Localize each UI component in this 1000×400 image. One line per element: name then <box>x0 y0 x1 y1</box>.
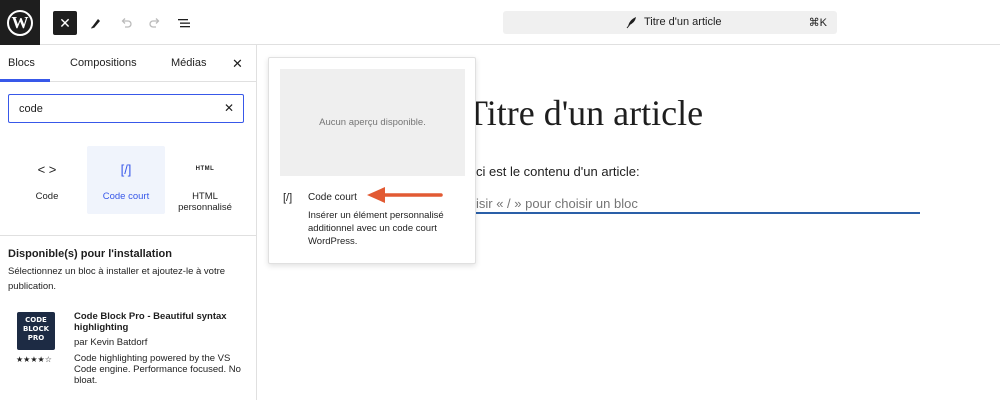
preview-block-description: Insérer un élément personnalisé addition… <box>308 210 444 247</box>
active-tab-indicator <box>0 79 50 82</box>
selected-block-indicator <box>468 212 920 214</box>
clear-search-icon[interactable]: ✕ <box>224 101 234 115</box>
block-preview-popover: Aucun aperçu disponible. [/] Code court … <box>268 57 476 264</box>
inserter-tabs: Blocs Compositions Médias ✕ <box>0 45 257 82</box>
block-inserter-panel: Blocs Compositions Médias ✕ ✕ < > Code [… <box>0 45 257 400</box>
plugin-description: Code highlighting powered by the VS Code… <box>74 353 241 386</box>
undo-icon <box>121 18 132 28</box>
redo-button[interactable] <box>143 11 167 35</box>
plugin-name[interactable]: Code Block Pro - Beautiful syntax highli… <box>74 311 246 333</box>
plugin-logo-text: PRO <box>27 334 45 342</box>
plugin-logo-icon[interactable]: CODE BLOCK PRO <box>17 312 55 350</box>
tab-blocks[interactable]: Blocs <box>8 57 35 69</box>
pen-icon <box>91 19 100 29</box>
document-overview-button[interactable] <box>172 11 196 35</box>
close-inserter-button[interactable]: ✕ <box>53 11 77 35</box>
search-input[interactable] <box>19 101 209 117</box>
block-item-code[interactable]: < > Code <box>8 146 86 214</box>
html-icon: HTML <box>195 166 215 172</box>
install-section-title: Disponible(s) pour l'installation <box>8 248 172 260</box>
no-preview-text: Aucun aperçu disponible. <box>319 117 426 128</box>
keyboard-shortcut: ⌘K <box>808 17 827 29</box>
block-label: Code court <box>102 191 150 202</box>
tab-medias[interactable]: Médias <box>171 57 206 69</box>
redo-icon <box>149 18 160 28</box>
preview-image-placeholder: Aucun aperçu disponible. <box>280 69 465 176</box>
tab-compositions[interactable]: Compositions <box>70 57 137 69</box>
install-section-description: Sélectionnez un bloc à installer et ajou… <box>8 266 226 292</box>
divider <box>0 235 257 236</box>
annotation-arrow-icon <box>367 187 443 203</box>
plugin-logo-text: CODE <box>25 316 47 324</box>
preview-block-name: Code court <box>308 192 357 203</box>
plugin-author: par Kevin Batdorf <box>74 337 148 348</box>
top-toolbar: W ✕ Titre d'un article ⌘K <box>0 0 1000 45</box>
document-title: Titre d'un article <box>644 16 722 28</box>
wordpress-logo-icon: W <box>7 9 33 36</box>
command-palette-button[interactable]: Titre d'un article ⌘K <box>503 11 837 34</box>
plugin-logo-text: BLOCK <box>22 325 50 333</box>
list-view-icon <box>178 19 190 28</box>
undo-button[interactable] <box>114 11 138 35</box>
close-icon: ✕ <box>59 14 71 31</box>
wordpress-logo-button[interactable]: W <box>0 0 40 45</box>
block-label: HTML personnalisé <box>178 191 232 213</box>
star-rating: ★★★★☆ <box>16 355 52 364</box>
post-title[interactable]: Titre d'un article <box>466 92 703 134</box>
shortcode-icon: [/] <box>283 192 293 204</box>
block-label: Code <box>35 191 59 202</box>
block-item-shortcode[interactable]: [/] Code court <box>87 146 165 214</box>
tools-button[interactable] <box>84 11 108 35</box>
code-icon: < > <box>37 162 57 177</box>
block-item-custom-html[interactable]: HTML HTML personnalisé <box>166 146 244 214</box>
close-panel-icon[interactable]: ✕ <box>232 56 243 72</box>
block-search-field: ✕ <box>8 94 244 123</box>
shortcode-icon: [/] <box>120 162 132 177</box>
paragraph-block[interactable]: ci est le contenu d'un article: <box>476 164 640 179</box>
feather-icon <box>626 17 636 29</box>
block-appender-placeholder[interactable]: isir « / » pour choisir un bloc <box>476 196 638 211</box>
